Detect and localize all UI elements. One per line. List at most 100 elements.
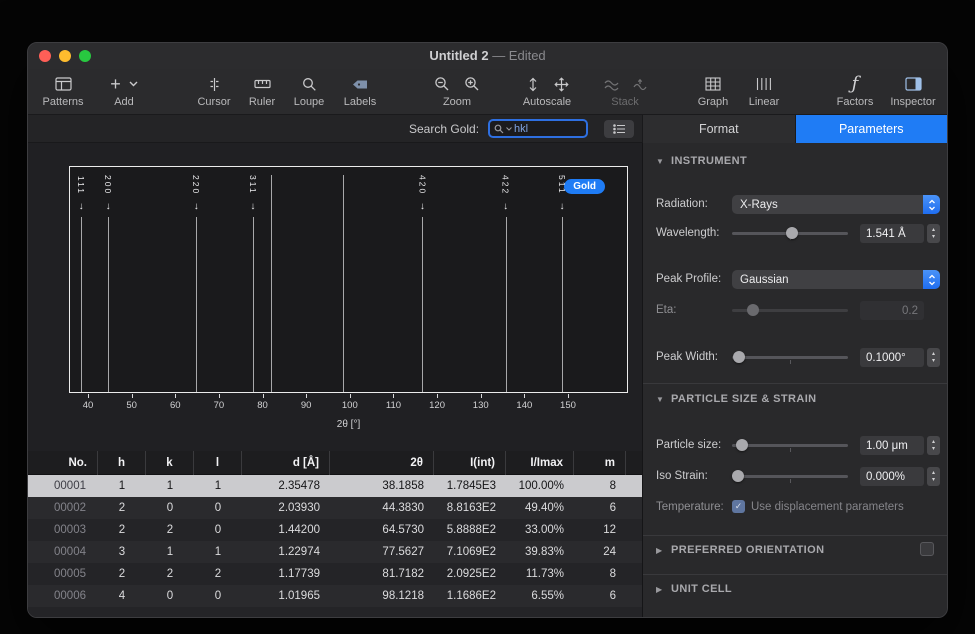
section-preferred-orientation[interactable]: ▶ PREFERRED ORIENTATION (656, 542, 934, 558)
stack-waves-icon (604, 78, 619, 91)
toolbar-patterns[interactable]: Patterns (34, 73, 92, 111)
table-cell: 00006 (28, 585, 98, 607)
toolbar-label: Loupe (286, 96, 332, 108)
particle-size-value-field[interactable]: 1.00 μm (860, 436, 924, 455)
column-header[interactable]: d [Å] (242, 451, 330, 475)
particle-size-row: Particle size: 1.00 μm ▴▾ (643, 436, 947, 456)
table-row[interactable]: 000064001.0196598.12181.1686E26.55%6 (28, 585, 642, 607)
peak-label-111[interactable]: 111 (75, 170, 87, 200)
move-all-icon[interactable] (554, 77, 569, 92)
iso-strain-row: Iso Strain: 0.000% ▴▾ (643, 467, 947, 487)
column-header[interactable]: I(int) (434, 451, 506, 475)
section-instrument[interactable]: ▼ INSTRUMENT (656, 153, 934, 169)
toolbar-factors[interactable]: ƒ Factors (830, 73, 880, 111)
table-row[interactable]: 000052221.1773981.71822.0925E211.73%8 (28, 563, 642, 585)
peak-width-value-field[interactable]: 0.1000° (860, 348, 924, 367)
table-cell: 6 (574, 497, 626, 519)
peak-width-stepper[interactable]: ▴▾ (927, 348, 940, 367)
toolbar-ruler[interactable]: Ruler (238, 73, 286, 111)
column-header[interactable]: 2θ (330, 451, 434, 475)
screen: Untitled 2 — Edited Patterns + Add (0, 0, 975, 634)
table-cell: 77.5627 (330, 541, 434, 563)
iso-strain-value-field[interactable]: 0.000% (860, 467, 924, 486)
column-header[interactable]: No. (28, 451, 98, 475)
slider-thumb[interactable] (786, 227, 798, 239)
iso-strain-stepper[interactable]: ▴▾ (927, 467, 940, 486)
table-row[interactable]: 000011112.3547838.18581.7845E3100.00%8 (28, 475, 642, 497)
disclosure-closed-icon[interactable]: ▶ (656, 585, 665, 594)
column-header[interactable]: l (194, 451, 242, 475)
toolbar-linear[interactable]: Linear (740, 73, 788, 111)
graph-grid-icon (688, 73, 738, 95)
particle-size-stepper[interactable]: ▴▾ (927, 436, 940, 455)
peak-label-511[interactable]: 511 (556, 170, 568, 200)
radiation-popup[interactable]: X-Rays (732, 195, 940, 214)
section-particle-size[interactable]: ▼ PARTICLE SIZE & STRAIN (656, 391, 934, 407)
peak-width-slider[interactable] (732, 350, 848, 364)
toolbar-labels[interactable]: Labels (334, 73, 386, 111)
table-cell-filler (626, 541, 642, 563)
peak-line-111 (81, 217, 82, 392)
list-icon (613, 124, 626, 134)
section-unit-cell[interactable]: ▶ UNIT CELL (656, 581, 934, 597)
wavelength-value-field[interactable]: 1.541 Å (860, 224, 924, 243)
factors-icon: ƒ (852, 75, 859, 93)
toolbar-add[interactable]: + Add (98, 73, 150, 111)
x-tick (481, 394, 482, 398)
wavelength-slider[interactable] (732, 226, 848, 240)
iso-strain-slider[interactable] (732, 469, 848, 483)
tab-format[interactable]: Format (643, 115, 796, 143)
peak-label-311[interactable]: 311 (247, 170, 259, 200)
peak-label-200[interactable]: 200 (102, 170, 114, 200)
x-tick (132, 394, 133, 398)
table-row[interactable]: 000022002.0393044.38308.8163E249.40%6 (28, 497, 642, 519)
toolbar-zoom[interactable]: Zoom (412, 73, 502, 111)
table-cell: 24 (574, 541, 626, 563)
column-header[interactable]: m (574, 451, 626, 475)
table-cell: 8.8163E2 (434, 497, 506, 519)
table-row[interactable]: 000032201.4420064.57305.8888E233.00%12 (28, 519, 642, 541)
toolbar-inspector[interactable]: Inspector (884, 73, 942, 111)
table-cell: 49.40% (506, 497, 574, 519)
disclosure-open-icon[interactable]: ▼ (656, 395, 665, 404)
zoom-in-icon[interactable] (464, 76, 480, 92)
peak-label-220[interactable]: 220 (190, 170, 202, 200)
toolbar-cursor[interactable]: Cursor (188, 73, 240, 111)
column-header[interactable]: k (146, 451, 194, 475)
peak-profile-popup[interactable]: Gaussian (732, 270, 940, 289)
zoom-out-icon[interactable] (434, 76, 450, 92)
pattern-list-button[interactable] (604, 120, 634, 138)
toolbar-label: Graph (688, 96, 738, 108)
column-header[interactable]: h (98, 451, 146, 475)
tab-parameters[interactable]: Parameters (796, 115, 948, 143)
displacement-checkbox[interactable]: ✓ (732, 500, 745, 513)
slider-thumb[interactable] (733, 351, 745, 363)
patterns-icon (34, 73, 92, 95)
series-badge[interactable]: Gold (564, 179, 605, 194)
toolbar-label: Zoom (412, 96, 502, 108)
table-cell: 6 (574, 585, 626, 607)
peak-arrow-icon: ↓ (558, 199, 567, 215)
slider-thumb[interactable] (732, 470, 744, 482)
toolbar-loupe[interactable]: Loupe (286, 73, 332, 111)
peak-label-420[interactable]: 420 (416, 170, 428, 200)
cursor-icon (188, 73, 240, 95)
table-cell: 1.01965 (242, 585, 330, 607)
slider-thumb[interactable] (736, 439, 748, 451)
preferred-orientation-checkbox[interactable] (920, 542, 934, 556)
particle-size-slider[interactable] (732, 438, 848, 452)
vertical-scale-icon[interactable] (526, 77, 540, 92)
toolbar-graph[interactable]: Graph (688, 73, 738, 111)
table-row[interactable]: 000043111.2297477.56277.1069E239.83%24 (28, 541, 642, 563)
eta-label: Eta: (656, 304, 676, 316)
disclosure-closed-icon[interactable]: ▶ (656, 546, 665, 555)
disclosure-open-icon[interactable]: ▼ (656, 157, 665, 166)
column-header[interactable]: I/Imax (506, 451, 574, 475)
peak-label-422[interactable]: 422 (500, 170, 512, 200)
table-cell: 81.7182 (330, 563, 434, 585)
search-input[interactable]: hkl (488, 119, 588, 138)
peak-arrow-icon: ↓ (77, 199, 86, 215)
wavelength-stepper[interactable]: ▴▾ (927, 224, 940, 243)
diffraction-plot[interactable]: Gold 111↓200↓220↓311↓420↓422↓511↓ (69, 166, 628, 393)
toolbar-autoscale[interactable]: Autoscale (510, 73, 584, 111)
